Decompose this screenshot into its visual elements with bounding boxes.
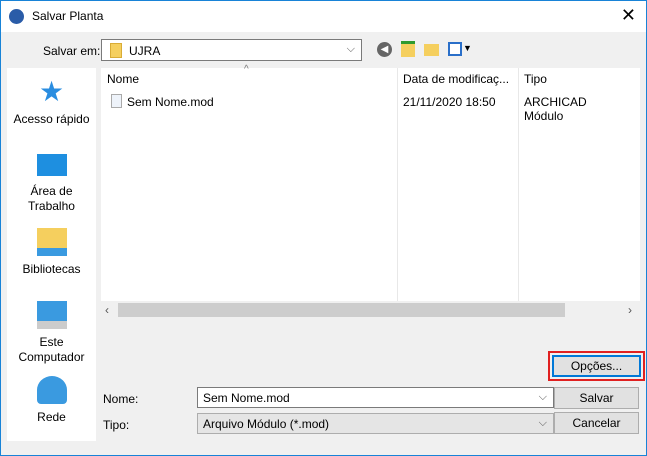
star-icon: ★: [38, 76, 65, 107]
location-value: UJRA: [129, 44, 161, 58]
sidebar-label: Este Computador: [18, 335, 85, 364]
new-folder-icon[interactable]: [424, 44, 439, 56]
mod-file-icon: [111, 94, 122, 108]
back-icon[interactable]: ◀: [377, 42, 392, 57]
chevron-down-icon: ⌵: [346, 43, 355, 55]
archicad-logo-icon: [9, 9, 24, 24]
folder-icon: [110, 43, 122, 58]
column-header-date[interactable]: Data de modificaç...: [397, 68, 518, 90]
desktop-icon: [36, 154, 67, 176]
type-value: Arquivo Módulo (*.mod): [203, 417, 330, 431]
window-title: Salvar Planta: [32, 9, 104, 23]
options-button[interactable]: Opções...: [552, 355, 641, 377]
column-header-type[interactable]: Tipo: [518, 68, 628, 90]
column-header-name[interactable]: Nome: [101, 68, 397, 90]
name-input[interactable]: Sem Nome.mod ⌵: [197, 387, 554, 408]
cancel-button[interactable]: Cancelar: [554, 412, 639, 434]
up-folder-icon[interactable]: [401, 41, 415, 57]
chevron-down-icon[interactable]: ⌵: [539, 391, 547, 404]
sidebar-item-computer[interactable]: Este Computador: [7, 301, 96, 365]
sidebar-item-network[interactable]: Rede: [7, 376, 96, 425]
sidebar-label: Rede: [37, 410, 66, 424]
sidebar-label: Área de Trabalho: [28, 184, 75, 213]
type-select[interactable]: Arquivo Módulo (*.mod) ⌵: [197, 413, 554, 434]
scroll-right-icon[interactable]: ›: [628, 303, 632, 317]
name-label: Nome:: [103, 392, 139, 406]
horizontal-scrollbar[interactable]: ‹ ›: [101, 301, 640, 319]
places-sidebar: ★ Acesso rápido Área de Trabalho Bibliote…: [7, 68, 96, 441]
scroll-left-icon[interactable]: ‹: [105, 303, 109, 317]
name-value: Sem Nome.mod: [203, 391, 290, 405]
file-list: ^ Nome Data de modificaç... Tipo Sem Nom…: [101, 64, 640, 319]
file-name: Sem Nome.mod: [127, 95, 214, 109]
location-label: Salvar em:: [43, 44, 101, 58]
close-icon[interactable]: ✕: [621, 5, 636, 26]
file-type: ARCHICAD Módulo: [524, 95, 587, 123]
chevron-down-icon[interactable]: ⌵: [539, 417, 547, 430]
sidebar-item-libraries[interactable]: Bibliotecas: [7, 228, 96, 277]
view-menu-icon[interactable]: [448, 42, 462, 56]
sidebar-label: Bibliotecas: [22, 262, 81, 276]
save-dialog: Salvar Planta ✕ Salvar em: UJRA ⌵ ◀ ▼ ★ A…: [0, 0, 647, 456]
file-date: 21/11/2020 18:50: [403, 95, 496, 109]
sidebar-label: Acesso rápido: [13, 112, 90, 126]
title-bar: Salvar Planta ✕: [1, 1, 646, 32]
scrollbar-thumb[interactable]: [118, 303, 565, 317]
save-button[interactable]: Salvar: [554, 387, 639, 409]
file-row[interactable]: Sem Nome.mod 21/11/2020 18:50 ARCHICAD M…: [101, 92, 628, 123]
network-icon: [36, 376, 67, 404]
sidebar-item-quick-access[interactable]: ★ Acesso rápido: [7, 78, 96, 127]
caret-down-icon[interactable]: ▼: [463, 43, 472, 53]
libraries-icon: [36, 228, 67, 256]
computer-icon: [36, 301, 67, 329]
sidebar-item-desktop[interactable]: Área de Trabalho: [7, 154, 96, 214]
location-dropdown[interactable]: UJRA ⌵: [101, 39, 362, 61]
type-label: Tipo:: [103, 418, 130, 432]
